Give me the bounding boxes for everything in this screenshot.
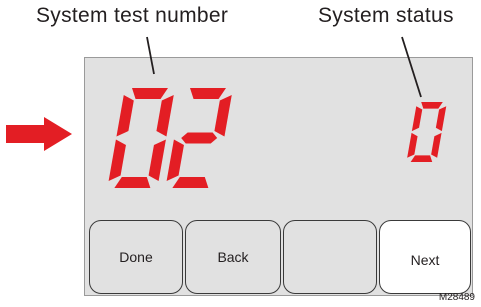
digit-segment-d: [114, 177, 151, 188]
digit-segment-f: [116, 95, 134, 137]
digit-segment-b: [435, 106, 447, 132]
digit-segment-a: [421, 102, 443, 109]
digit-segment-a: [190, 88, 226, 99]
digit-segment-b: [214, 95, 232, 137]
diagram-overlay: 02 0: [6, 36, 447, 188]
digit-segment-b: [156, 95, 174, 137]
digit-segment-d: [172, 177, 209, 188]
figure-code: M28489: [438, 292, 475, 303]
digit-segment-e: [108, 139, 126, 181]
digit-segment-d: [410, 155, 433, 163]
digit-segment-a: [132, 88, 168, 99]
digit-segment-c: [148, 139, 166, 181]
status-digit: [407, 102, 447, 163]
status-leader-line: [401, 36, 422, 98]
digit-segment-c: [431, 132, 442, 158]
arrow-right-icon: [6, 117, 72, 151]
digit-segment-f: [411, 106, 423, 132]
test-number-leader-line: [146, 36, 155, 75]
test-number-digit-0: [108, 88, 174, 188]
digit-segment-e: [166, 139, 184, 181]
test-number-digit-1: [166, 88, 232, 188]
digit-segment-g: [181, 132, 218, 144]
digit-segment-e: [407, 132, 418, 158]
